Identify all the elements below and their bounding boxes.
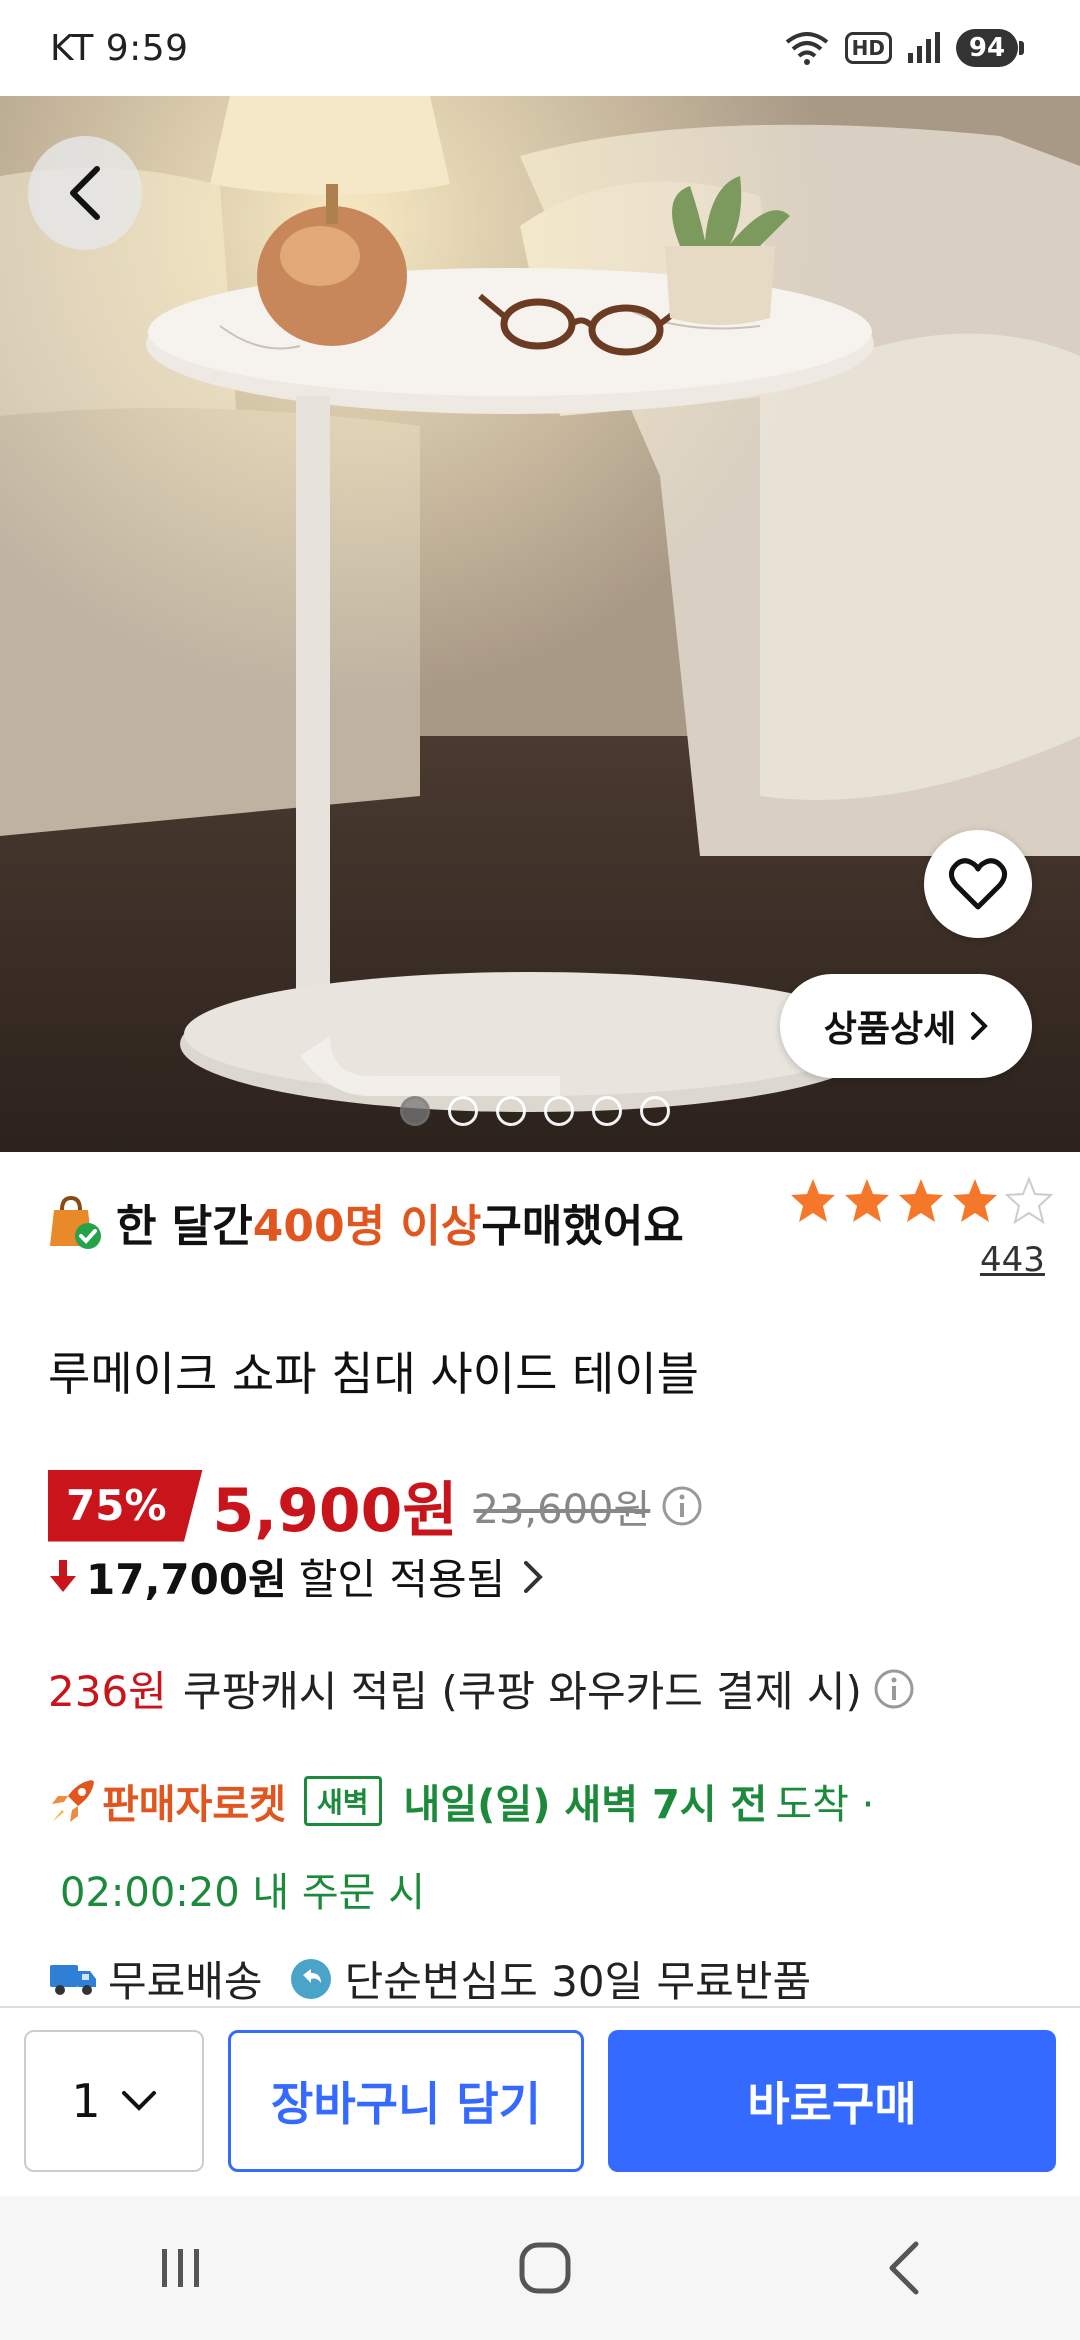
price-row: 75% 5,900원 23,600원 xyxy=(48,1462,704,1549)
star-empty-icon xyxy=(1004,1176,1054,1225)
review-count-link[interactable]: 443 xyxy=(980,1240,1045,1280)
carousel-dot[interactable] xyxy=(496,1096,526,1126)
star-filled-icon xyxy=(953,1179,997,1222)
truck-icon xyxy=(50,1964,96,1995)
shipping-row: 무료배송 단순변심도 30일 무료반품 xyxy=(48,1948,811,2009)
delivery-row: 판매자로켓 새벽 내일(일) 새벽 7시 전 도착 · xyxy=(48,1772,874,1830)
return-icon xyxy=(290,1958,331,1999)
sale-price: 5,900원 xyxy=(212,1476,458,1546)
add-to-cart-button[interactable]: 장바구니 담기 xyxy=(228,2030,584,2172)
star-rating xyxy=(788,1176,1054,1226)
carousel-dot[interactable] xyxy=(448,1096,478,1126)
status-icons: HD 94 xyxy=(783,29,1024,67)
system-nav-bar xyxy=(0,2196,1080,2340)
heart-outline-icon xyxy=(948,858,1008,910)
back-nav-icon[interactable] xyxy=(884,2240,924,2296)
discount-applied-row[interactable]: 17,700원 할인 적용됨 xyxy=(48,1546,544,1607)
dawn-delivery-badge: 새벽 xyxy=(304,1776,382,1826)
product-detail-label: 상품상세 xyxy=(823,1009,957,1050)
arrival-time: 내일(일) 새벽 7시 전 xyxy=(403,1782,768,1828)
product-title: 루메이크 쇼파 침대 사이드 테이블 xyxy=(48,1347,699,1401)
saved-text: 할인 적용됨 xyxy=(298,1555,506,1604)
signal-icon xyxy=(908,32,940,63)
carousel-dot[interactable] xyxy=(544,1096,574,1126)
wishlist-button[interactable] xyxy=(924,830,1032,938)
carousel-dot-active[interactable] xyxy=(400,1096,430,1126)
product-detail-button[interactable]: 상품상세 xyxy=(780,974,1032,1078)
star-filled-icon xyxy=(791,1179,835,1222)
cash-amount: 236원 xyxy=(48,1667,167,1716)
popularity-highlight: 400명 이상 xyxy=(252,1201,482,1252)
carousel-indicator xyxy=(400,1096,670,1126)
original-price: 23,600원 xyxy=(473,1486,651,1533)
free-return-label: 단순변심도 30일 무료반품 xyxy=(344,1957,812,2006)
seller-rocket-label: 판매자로켓 xyxy=(102,1782,286,1828)
quantity-value: 1 xyxy=(71,2074,101,2128)
order-countdown: 02:00:20 내 주문 시 xyxy=(60,1870,425,1916)
free-shipping-label: 무료배송 xyxy=(108,1957,263,2006)
home-icon[interactable] xyxy=(517,2240,573,2296)
saved-amount: 17,700원 xyxy=(86,1555,287,1604)
arrow-down-icon xyxy=(50,1559,76,1592)
star-filled-icon xyxy=(899,1179,943,1222)
shopping-bag-icon xyxy=(50,1195,101,1249)
info-icon[interactable] xyxy=(872,1667,916,1711)
carrier-time: KT 9:59 xyxy=(50,27,189,69)
recent-apps-icon[interactable] xyxy=(156,2243,206,2293)
cash-text: 쿠팡캐시 적립 (쿠팡 와우카드 결제 시) xyxy=(182,1667,862,1716)
cash-reward-row: 236원 쿠팡캐시 적립 (쿠팡 와우카드 결제 시) xyxy=(48,1658,916,1719)
discount-badge: 75% xyxy=(48,1469,203,1542)
purchase-bar: 1 장바구니 담기 바로구매 xyxy=(0,2006,1080,2196)
star-filled-icon xyxy=(845,1179,889,1222)
wifi-icon xyxy=(785,32,828,65)
popularity-suffix: 구매했어요 xyxy=(481,1201,684,1252)
popularity-row: 한 달간 400명 이상 구매했어요 xyxy=(48,1190,684,1254)
popularity-prefix: 한 달간 xyxy=(116,1201,253,1252)
chevron-right-icon xyxy=(971,1012,989,1040)
status-bar: KT 9:59 HD 94 xyxy=(0,0,1080,96)
back-button[interactable] xyxy=(28,136,142,250)
carousel-dot[interactable] xyxy=(640,1096,670,1126)
carousel-dot[interactable] xyxy=(592,1096,622,1126)
info-icon[interactable] xyxy=(660,1484,704,1528)
quantity-select[interactable]: 1 xyxy=(24,2030,204,2172)
rocket-icon xyxy=(52,1780,94,1822)
battery-icon: 94 xyxy=(956,29,1024,67)
product-image-carousel[interactable]: 상품상세 xyxy=(0,96,1080,1152)
chevron-right-icon xyxy=(524,1560,544,1593)
buy-now-button[interactable]: 바로구매 xyxy=(608,2030,1056,2172)
chevron-left-icon xyxy=(70,166,100,220)
rating[interactable] xyxy=(788,1176,1054,1226)
arrival-suffix: 도착 · xyxy=(775,1782,875,1828)
hd-icon: HD xyxy=(844,32,892,64)
chevron-down-icon xyxy=(121,2091,156,2111)
